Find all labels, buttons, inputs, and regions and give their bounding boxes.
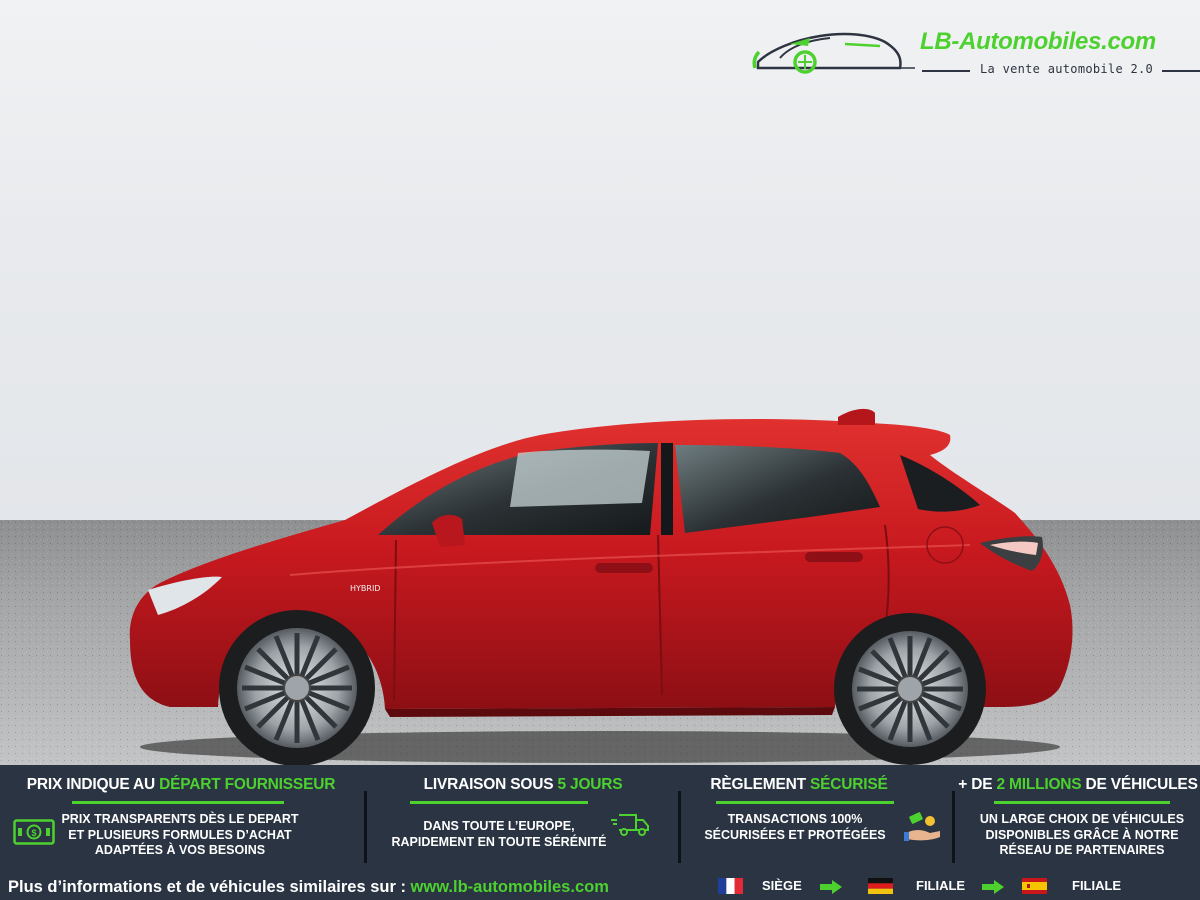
delivery-description: DANS TOUTE L’EUROPE, RAPIDEMENT EN TOUTE… bbox=[391, 819, 607, 849]
money-bill-icon: $ bbox=[13, 819, 55, 845]
payment-hand-icon bbox=[904, 812, 940, 841]
price-heading: PRIX INDIQUE AU DÉPART FOURNISSEUR bbox=[26, 776, 336, 793]
red-hatchback-car: HYBRID bbox=[129, 408, 1073, 765]
brand-tagline: La vente automobile 2.0 bbox=[980, 62, 1154, 76]
spain-flag-icon bbox=[1022, 878, 1047, 894]
price-description: PRIX TRANSPARENTS DÈS LE DEPART ET PLUSI… bbox=[61, 812, 299, 857]
tagline-rule-left bbox=[922, 70, 970, 72]
arrow-right-icon bbox=[820, 880, 842, 894]
banner-separator-1 bbox=[364, 791, 367, 863]
location-label-siege: SIÈGE bbox=[762, 878, 802, 893]
delivery-heading-underline bbox=[410, 801, 588, 804]
delivery-heading: LIVRAISON SOUS 5 JOURS bbox=[423, 776, 623, 793]
location-label-filiale-es: FILIALE bbox=[1072, 878, 1122, 893]
info-banner: PRIX INDIQUE AU DÉPART FOURNISSEUR $ PRI… bbox=[0, 765, 1200, 900]
germany-flag-icon bbox=[868, 878, 893, 894]
banner-separator-3 bbox=[952, 791, 955, 863]
hybrid-badge: HYBRID bbox=[350, 584, 380, 593]
payment-description: TRANSACTIONS 100% SÉCURISÉES ET PROTÉGÉE… bbox=[704, 812, 886, 842]
france-flag-icon bbox=[718, 878, 743, 894]
car-silhouette-icon bbox=[752, 32, 915, 74]
payment-heading-underline bbox=[716, 801, 894, 804]
banner-separator-2 bbox=[678, 791, 681, 863]
vehicles-heading: + DE 2 MILLIONS DE VÉHICULES bbox=[958, 776, 1198, 793]
price-heading-underline bbox=[72, 801, 284, 804]
tagline-rule-right bbox=[1162, 70, 1200, 72]
brand-name: LB-Automobiles.com bbox=[920, 28, 1156, 55]
website-link[interactable]: www.lb-automobiles.com bbox=[411, 878, 609, 896]
location-label-filiale-de: FILIALE bbox=[916, 878, 966, 893]
more-info-text: Plus d’informations et de véhicules simi… bbox=[8, 878, 609, 896]
banner-col-price: PRIX INDIQUE AU DÉPART FOURNISSEUR $ PRI… bbox=[0, 765, 362, 869]
rear-wheel bbox=[834, 613, 986, 765]
payment-heading: RÈGLEMENT SÉCURISÉ bbox=[710, 776, 888, 793]
vehicles-description: UN LARGE CHOIX DE VÉHICULES DISPONIBLES … bbox=[979, 812, 1185, 857]
svg-text:$: $ bbox=[31, 828, 36, 838]
banner-col-vehicles: + DE 2 MILLIONS DE VÉHICULES UN LARGE CH… bbox=[956, 765, 1200, 869]
brand-logo[interactable]: LB-Automobiles.com La vente automobile 2… bbox=[750, 22, 1200, 82]
vehicles-heading-underline bbox=[994, 801, 1170, 804]
banner-col-payment: RÈGLEMENT SÉCURISÉ TRANSACTIONS 100% SÉC… bbox=[682, 765, 952, 869]
arrow-right-icon bbox=[982, 880, 1004, 894]
front-wheel bbox=[219, 610, 375, 765]
delivery-truck-icon bbox=[611, 814, 649, 836]
footer-info: Plus d’informations et de véhicules simi… bbox=[0, 878, 1200, 900]
banner-col-delivery: LIVRAISON SOUS 5 JOURS DANS TOUTE L’EURO… bbox=[368, 765, 678, 869]
vehicle-photo: HYBRID LB-Automobiles.com La vente autom… bbox=[0, 0, 1200, 765]
